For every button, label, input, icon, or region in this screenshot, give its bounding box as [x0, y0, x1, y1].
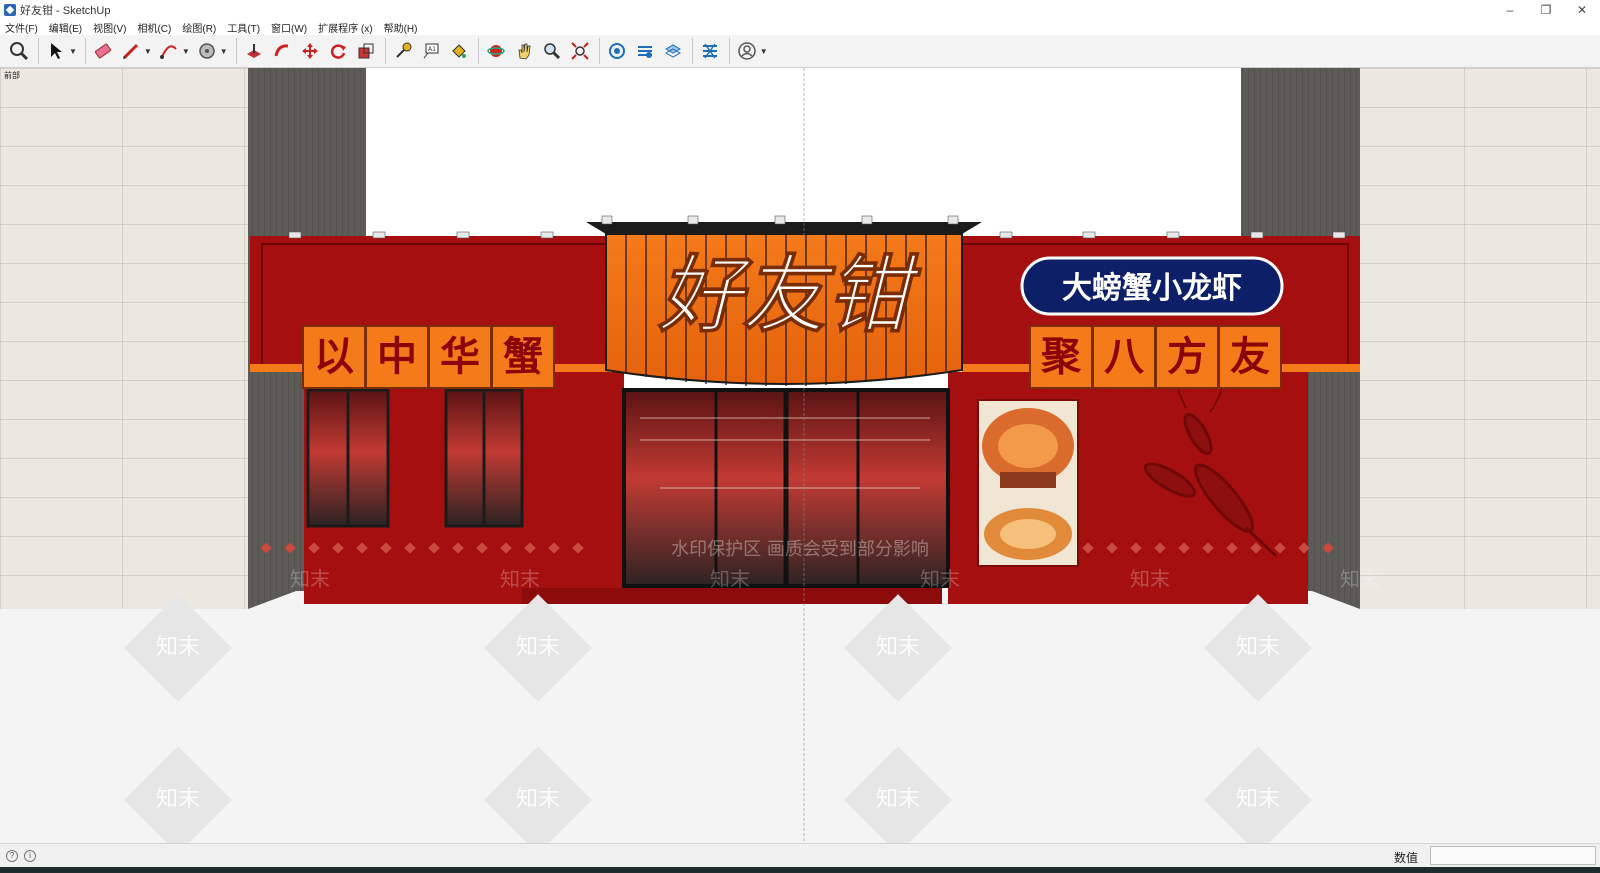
watermark-mark-6: 知末 [516, 787, 560, 812]
left-tile-char-3: 华 [440, 334, 480, 380]
tape-measure-icon[interactable] [390, 38, 416, 64]
toolbar-separator [235, 38, 237, 64]
right-tile-char-3: 方 [1167, 334, 1207, 380]
pan-hand-icon[interactable] [511, 38, 537, 64]
toolbar-separator [84, 38, 86, 64]
watermark-mark-14: 知末 [1340, 567, 1380, 591]
menu-extensions[interactable]: 扩展程序 (x) [318, 20, 372, 35]
push-pull-icon[interactable] [241, 38, 267, 64]
line-dropdown-icon[interactable]: ▼ [144, 47, 152, 56]
status-bar: ? i 数值 [0, 843, 1600, 867]
watermark-mark-4: 知末 [1236, 635, 1280, 660]
toolbar-separator [384, 38, 386, 64]
watermark-mark-9: 知末 [290, 567, 330, 591]
food-poster [977, 399, 1079, 567]
toolbar-separator [691, 38, 693, 64]
account-dropdown-icon[interactable]: ▼ [760, 47, 768, 56]
arc-icon[interactable] [156, 38, 182, 64]
right-tile-char-2: 八 [1104, 334, 1145, 380]
select-dropdown-icon[interactable]: ▼ [69, 47, 77, 56]
scene-tab-label[interactable]: 前部 [4, 70, 20, 81]
text-tool-icon[interactable]: A1 [418, 38, 444, 64]
toolbar-separator [477, 38, 479, 64]
modeling-viewport[interactable]: 前部 好友钳 以 中 华 蟹 聚 八 方 友 大螃蟹小龙虾 水印保护区 画质会受… [0, 68, 1600, 843]
watermark-mark-1: 知末 [156, 635, 200, 660]
measurements-label: 数值 [1394, 851, 1419, 865]
taskbar-strip [0, 867, 1600, 873]
geo-location-icon[interactable]: ? [6, 849, 18, 862]
right-tile-wall [1360, 68, 1600, 609]
menu-bar: 文件(F) 编辑(E) 视图(V) 相机(C) 绘图(R) 工具(T) 窗口(W… [0, 19, 1600, 35]
rotate-icon[interactable] [325, 38, 351, 64]
toolbar-separator [38, 38, 39, 64]
restore-icon[interactable]: ❐ [1528, 0, 1564, 19]
menu-camera[interactable]: 相机(C) [137, 20, 171, 35]
window-controls: – ❐ ✕ [1492, 0, 1600, 19]
zoom-extents-icon[interactable] [567, 38, 593, 64]
select-arrow-icon[interactable] [43, 38, 69, 64]
account-icon[interactable] [734, 38, 760, 64]
menu-window[interactable]: 窗口(W) [271, 20, 307, 35]
watermark-mark-5: 知末 [156, 787, 200, 812]
window-title: 好友钳 - SketchUp [20, 4, 111, 17]
watermark-mark-2: 知末 [516, 635, 560, 660]
svg-text:A1: A1 [428, 46, 436, 53]
shape-icon[interactable] [194, 38, 220, 64]
paint-bucket-icon[interactable] [446, 38, 472, 64]
left-tile-char-2: 中 [377, 334, 417, 380]
toolbar-separator [598, 38, 600, 64]
watermark-mark-11: 知末 [710, 567, 750, 591]
zoom-icon[interactable] [6, 38, 32, 64]
pencil-icon[interactable] [118, 38, 144, 64]
watermark-notice: 水印保护区 画质会受到部分影响 [671, 539, 929, 560]
menu-help[interactable]: 帮助(H) [384, 20, 418, 35]
menu-tools[interactable]: 工具(T) [227, 20, 260, 35]
menu-file[interactable]: 文件(F) [5, 20, 38, 35]
left-tile-char-4: 蟹 [503, 334, 543, 380]
menu-edit[interactable]: 编辑(E) [49, 20, 82, 35]
brand-logo-text: 好友钳 [657, 246, 922, 344]
close-icon[interactable]: ✕ [1564, 0, 1600, 19]
watermark-mark-10: 知末 [500, 567, 540, 591]
menu-draw[interactable]: 绘图(R) [182, 20, 216, 35]
follow-me-icon[interactable] [269, 38, 295, 64]
warehouse-icon[interactable] [604, 38, 630, 64]
arc-dropdown-icon[interactable]: ▼ [182, 47, 190, 56]
shape-dropdown-icon[interactable]: ▼ [220, 47, 228, 56]
info-icon[interactable]: i [24, 849, 36, 862]
toolbar-separator [728, 38, 730, 64]
storefront-model: 好友钳 以 中 华 蟹 聚 八 方 友 大螃蟹小龙虾 水印保护区 画质会受到部分… [0, 68, 1600, 843]
watermark-mark-3: 知末 [876, 635, 920, 660]
left-tile-wall [0, 68, 248, 609]
extension-warehouse-icon[interactable] [632, 38, 658, 64]
main-toolbar: ▼ ▼ ▼ ▼ A1 ▼ [0, 35, 1600, 68]
watermark-mark-8: 知末 [1236, 787, 1280, 812]
watermark-mark-7: 知末 [876, 787, 920, 812]
orbit-icon[interactable] [483, 38, 509, 64]
watermark-mark-12: 知末 [920, 567, 960, 591]
minimize-icon[interactable]: – [1492, 0, 1528, 19]
layout-icon[interactable] [660, 38, 686, 64]
scale-icon[interactable] [353, 38, 379, 64]
watermark-mark-13: 知末 [1130, 567, 1170, 591]
oval-sign-text: 大螃蟹小龙虾 [1062, 271, 1242, 306]
zoom-lens-icon[interactable] [539, 38, 565, 64]
sketchup-logo-icon [4, 3, 16, 16]
extension-manager-icon[interactable] [697, 38, 723, 64]
title-bar: 好友钳 - SketchUp – ❐ ✕ [0, 0, 1600, 19]
move-icon[interactable] [297, 38, 323, 64]
menu-view[interactable]: 视图(V) [93, 20, 126, 35]
right-tile-char-4: 友 [1230, 334, 1270, 380]
eraser-icon[interactable] [90, 38, 116, 64]
right-tile-char-1: 聚 [1040, 334, 1082, 380]
measurements-input[interactable] [1430, 846, 1596, 865]
ground-plane [0, 591, 1600, 843]
left-tile-char-1: 以 [314, 334, 354, 380]
